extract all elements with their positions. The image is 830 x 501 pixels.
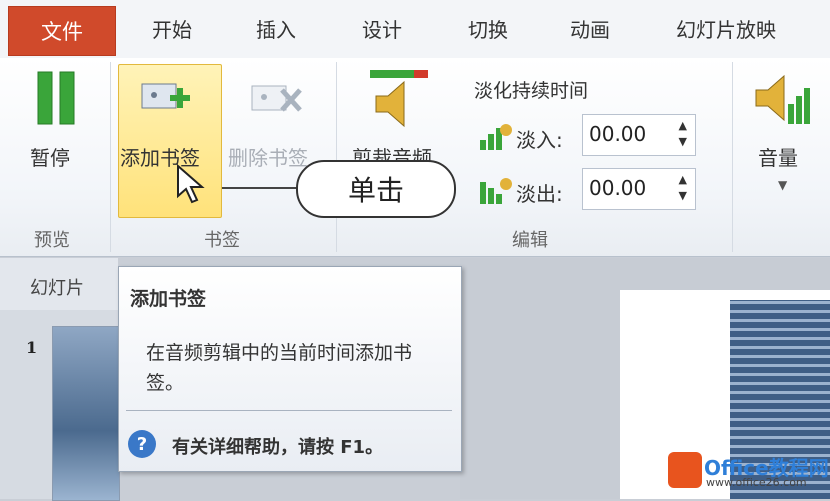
group-separator [732, 62, 733, 252]
callout-leader-line [222, 187, 298, 189]
tab-slides[interactable]: 幻灯片 [30, 274, 84, 300]
remove-bookmark-button[interactable]: 删除书签 [228, 142, 308, 171]
help-icon: ? [128, 430, 156, 458]
fade-duration-title: 淡化持续时间 [474, 80, 589, 102]
pause-icon [37, 71, 75, 125]
pause-label[interactable]: 暂停 [30, 142, 70, 171]
volume-icon [752, 68, 812, 134]
fade-in-label: 淡入: [516, 128, 563, 152]
tab-animations[interactable]: 动画 [570, 14, 610, 43]
tooltip-title: 添加书签 [130, 288, 207, 310]
fade-in-value[interactable]: 00.00 [589, 122, 646, 146]
fade-out-label: 淡出: [516, 182, 563, 206]
pause-button[interactable] [36, 70, 76, 126]
spinner-arrows-icon[interactable]: ▲ ▼ [679, 172, 687, 204]
tooltip-help-text: 有关详细帮助，请按 F1。 [172, 437, 384, 458]
tab-insert[interactable]: 插入 [256, 14, 296, 43]
click-callout: 单击 [296, 160, 456, 218]
add-bookmark-icon [140, 78, 194, 124]
spinner-arrows-icon[interactable]: ▲ ▼ [679, 118, 687, 150]
group-separator [336, 62, 337, 252]
tab-home[interactable]: 开始 [152, 14, 192, 43]
fade-in-spinner[interactable]: 00.00 ▲ ▼ [582, 114, 696, 156]
tab-design[interactable]: 设计 [362, 14, 402, 43]
remove-bookmark-icon [250, 80, 306, 126]
group-separator [110, 62, 111, 252]
ribbon-tab-bar: 文件 开始 插入 设计 切换 动画 幻灯片放映 [0, 0, 830, 59]
group-label-editing: 编辑 [512, 230, 548, 251]
tooltip-divider [126, 410, 452, 411]
trim-audio-icon [366, 68, 432, 136]
fade-out-icon [478, 176, 514, 210]
tab-transitions[interactable]: 切换 [468, 14, 508, 43]
tab-slideshow[interactable]: 幻灯片放映 [676, 14, 776, 43]
fade-out-value[interactable]: 00.00 [589, 176, 646, 200]
tab-file[interactable]: 文件 [8, 6, 116, 56]
watermark-logo-icon [668, 452, 702, 488]
mouse-cursor-icon [176, 163, 206, 210]
fade-in-icon [478, 122, 514, 156]
slide-number: 1 [26, 338, 38, 357]
fade-out-spinner[interactable]: 00.00 ▲ ▼ [582, 168, 696, 210]
group-label-bookmarks: 书签 [204, 230, 240, 251]
group-label-preview: 预览 [34, 230, 70, 251]
slide-thumbnail[interactable] [52, 326, 120, 501]
volume-button[interactable]: 音量 [758, 142, 798, 171]
dropdown-arrow-icon[interactable]: ▼ [778, 178, 787, 192]
watermark-url: www.office26.com [706, 476, 807, 489]
tooltip-description: 在音频剪辑中的当前时间添加书签。 [146, 342, 413, 394]
